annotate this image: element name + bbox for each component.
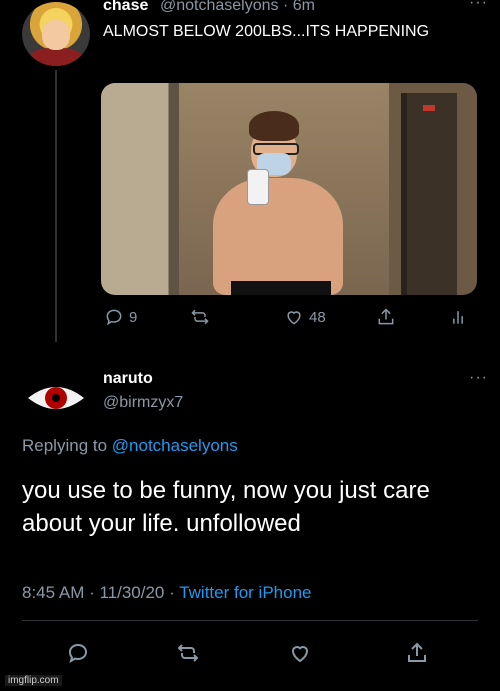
thread-line: [55, 70, 57, 342]
retweet-icon: [177, 644, 199, 662]
handle-time[interactable]: @notchaselyons · 6m: [160, 0, 315, 15]
more-options-icon[interactable]: ···: [469, 369, 488, 387]
analytics-icon: [453, 311, 463, 324]
replying-label: Replying to: [22, 436, 108, 455]
tweet-meta: 8:45 AM · 11/30/20 · Twitter for iPhone: [22, 583, 311, 603]
heart-icon: [291, 646, 309, 663]
share-button-2[interactable]: [405, 641, 429, 670]
avatar-coat: [30, 48, 82, 66]
photo-phone: [247, 169, 269, 205]
reply-count: 9: [129, 308, 138, 326]
timestamp[interactable]: 8:45 AM · 11/30/20 ·: [22, 583, 179, 602]
handle-naruto[interactable]: @birmzyx7: [103, 394, 183, 412]
divider: [22, 620, 478, 621]
heart-icon: [287, 311, 301, 325]
replying-handle-link[interactable]: @notchaselyons: [112, 436, 238, 455]
reply-icon: [68, 643, 88, 664]
replying-to: Replying to @notchaselyons: [22, 436, 238, 456]
reply-text: you use to be funny, now you just care a…: [22, 477, 430, 537]
share-icon: [408, 642, 426, 662]
avatar-naruto[interactable]: [26, 382, 86, 414]
share-icon: [378, 308, 394, 325]
retweet-icon: [191, 309, 209, 325]
like-button-2[interactable]: [288, 641, 312, 670]
retweet-button-2[interactable]: [176, 641, 200, 670]
photo-exit-sign: [423, 105, 435, 111]
avatar-chase[interactable]: [22, 2, 90, 66]
avatar-face: [42, 20, 70, 50]
more-options-icon[interactable]: ···: [469, 0, 488, 12]
reply-icon: [106, 309, 122, 326]
reply-button[interactable]: 9: [104, 307, 137, 327]
analytics-button[interactable]: [448, 307, 468, 327]
reply-button-2[interactable]: [66, 641, 90, 670]
like-count: 48: [309, 308, 326, 326]
retweet-button[interactable]: [190, 307, 210, 327]
source-link[interactable]: Twitter for iPhone: [179, 583, 311, 602]
photo-torso: [213, 178, 343, 295]
display-name-chase[interactable]: chase: [103, 0, 148, 15]
display-name-naruto[interactable]: naruto: [103, 370, 153, 388]
watermark: imgflip.com: [5, 675, 62, 686]
share-button[interactable]: [376, 307, 396, 327]
photo-door: [401, 93, 457, 295]
tweet-photo[interactable]: [101, 83, 477, 295]
tweet-text: ALMOST BELOW 200LBS...ITS HAPPENING: [103, 23, 430, 40]
photo-pants: [231, 281, 331, 295]
like-button[interactable]: 48: [284, 307, 326, 327]
photo-hair: [249, 111, 299, 141]
